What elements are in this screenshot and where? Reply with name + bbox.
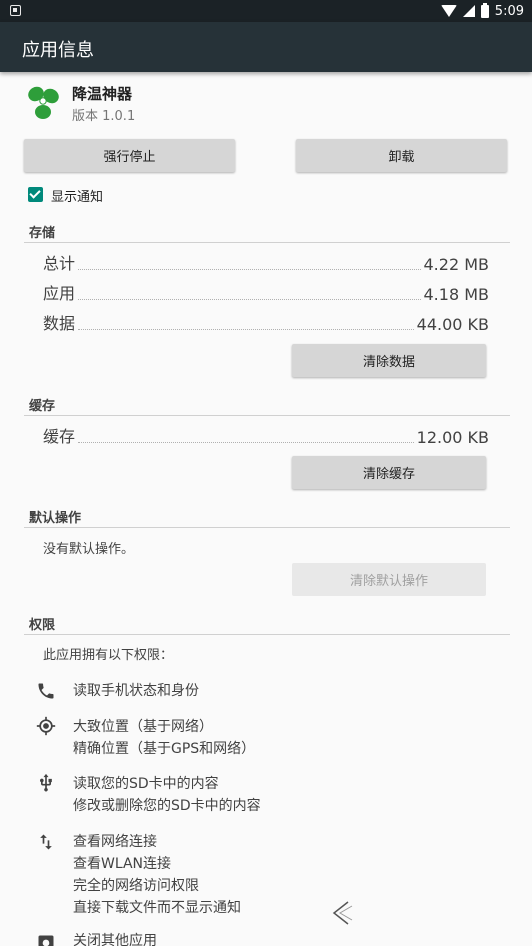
storage-row-value: 4.18 MB (423, 285, 490, 304)
cache-divider (24, 415, 510, 416)
permission-group-apps: 关闭其他应用 (73, 930, 157, 946)
permission-group-network: 查看网络连接 查看WLAN连接 完全的网络访问权限 直接下载文件而不显示通知 (73, 831, 241, 919)
permission-item: 大致位置（基于网络） (73, 719, 213, 735)
app-icon (38, 935, 54, 946)
permission-item: 完全的网络访问权限 (73, 878, 199, 894)
status-time: 5:09 (494, 3, 524, 19)
app-version: 版本 1.0.1 (72, 109, 136, 124)
cache-row-value: 12.00 KB (416, 428, 489, 447)
phone-icon (38, 683, 54, 699)
permission-item: 精确位置（基于GPS和网络） (73, 741, 256, 757)
storage-row-label: 总计 (43, 254, 76, 273)
status-bar: 5:09 (0, 0, 532, 22)
show-notifications-checkbox[interactable] (28, 187, 43, 202)
swipe-hint-icon (332, 901, 353, 925)
clear-defaults-button[interactable]: 清除默认操作 (292, 563, 486, 596)
no-defaults-text: 没有默认操作。 (43, 542, 135, 557)
cache-row-label: 缓存 (43, 427, 76, 446)
battery-icon (480, 2, 489, 18)
scroll-fade-overlay (330, 890, 532, 946)
storage-row-label: 应用 (43, 284, 76, 303)
permissions-divider (24, 634, 510, 635)
wifi-icon (440, 5, 457, 17)
storage-row-value: 4.22 MB (423, 255, 490, 274)
permission-group-storage: 读取您的SD卡中的内容 修改或删除您的SD卡中的内容 (73, 773, 261, 817)
force-stop-button[interactable]: 强行停止 (24, 139, 235, 172)
permission-group-location: 大致位置（基于网络） 精确位置（基于GPS和网络） (73, 716, 255, 760)
permission-item: 修改或删除您的SD卡中的内容 (73, 798, 261, 814)
location-icon (36, 716, 56, 736)
permission-item: 读取您的SD卡中的内容 (73, 776, 219, 792)
usb-icon (40, 773, 52, 792)
permission-item: 直接下载文件而不显示通知 (73, 900, 241, 916)
permission-item: 关闭其他应用 (73, 933, 157, 946)
storage-section-title: 存储 (29, 226, 56, 241)
storage-row-data: 数据 44.00 KB (43, 312, 489, 334)
app-name: 降温神器 (72, 85, 133, 103)
dotted-leader (78, 329, 414, 330)
cache-row: 缓存 12.00 KB (43, 425, 489, 447)
app-bar: 应用信息 (0, 22, 532, 72)
show-notifications-label: 显示通知 (51, 190, 104, 205)
storage-row-total: 总计 4.22 MB (43, 252, 489, 274)
permission-item: 查看WLAN连接 (73, 856, 172, 872)
uninstall-button[interactable]: 卸载 (296, 139, 507, 172)
storage-row-app: 应用 4.18 MB (43, 282, 489, 304)
permissions-section-title: 权限 (29, 618, 56, 633)
page-title: 应用信息 (22, 40, 94, 61)
permissions-intro: 此应用拥有以下权限： (43, 648, 174, 663)
permission-item: 查看网络连接 (73, 834, 157, 850)
app-notification-icon (10, 5, 21, 16)
clear-data-button[interactable]: 清除数据 (292, 344, 486, 377)
defaults-divider (24, 527, 510, 528)
storage-row-value: 44.00 KB (416, 315, 489, 334)
cache-section-title: 缓存 (29, 399, 56, 414)
signal-icon (462, 5, 475, 17)
permission-item: 读取手机状态和身份 (73, 683, 199, 699)
fan-icon (28, 86, 59, 119)
dotted-leader (78, 442, 414, 443)
network-arrows-icon (40, 834, 52, 850)
storage-row-label: 数据 (43, 314, 76, 333)
dotted-leader (78, 299, 421, 300)
defaults-section-title: 默认操作 (29, 511, 82, 526)
status-icons: 5:09 (440, 2, 524, 20)
clear-cache-button[interactable]: 清除缓存 (292, 456, 486, 489)
storage-divider (24, 242, 510, 243)
permission-group-phone: 读取手机状态和身份 (73, 680, 199, 702)
dotted-leader (78, 269, 421, 270)
